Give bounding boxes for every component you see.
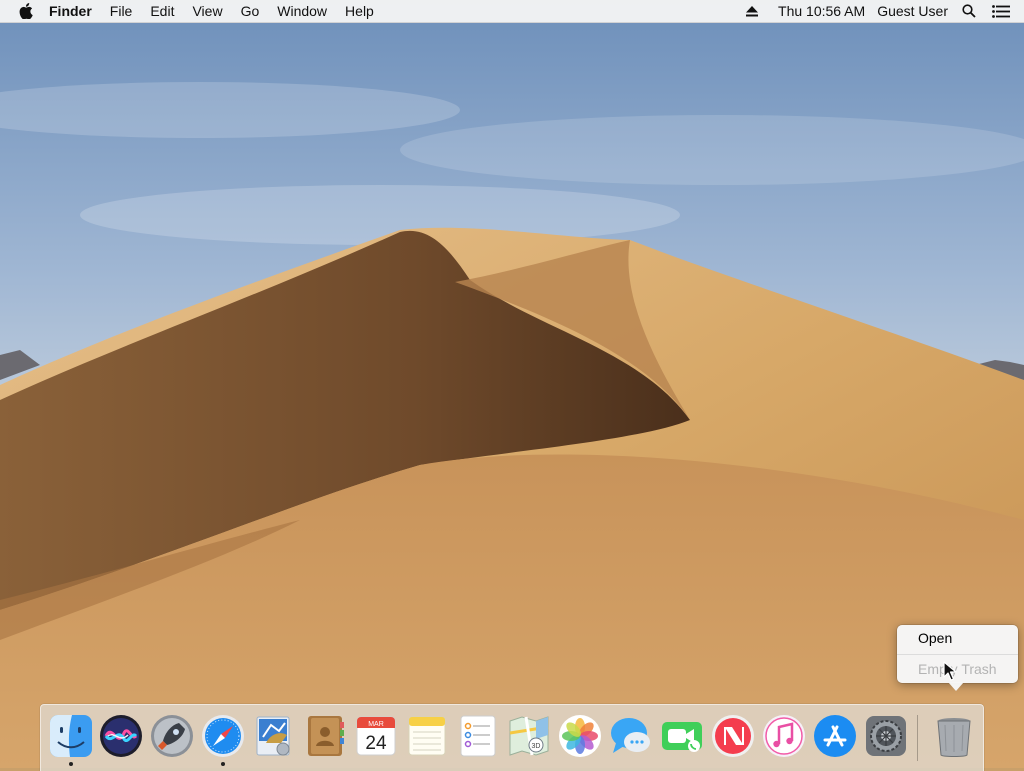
dock: MAR 24 3D [40, 704, 984, 771]
spotlight-search-icon[interactable] [954, 0, 984, 22]
finder-icon[interactable] [48, 713, 94, 759]
menu-view[interactable]: View [183, 0, 231, 22]
messages-icon[interactable] [608, 713, 654, 759]
dock-separator [917, 715, 918, 761]
trash-icon[interactable] [931, 713, 977, 759]
system-preferences-icon[interactable] [863, 713, 909, 759]
mail-icon[interactable] [251, 713, 297, 759]
calendar-month: MAR [368, 721, 384, 728]
context-menu-pointer [948, 682, 964, 691]
apple-icon[interactable] [18, 0, 34, 22]
context-menu-empty-trash[interactable]: Empty Trash [897, 657, 1018, 681]
reminders-icon[interactable] [455, 713, 501, 759]
menu-clock[interactable]: Thu 10:56 AM [772, 0, 871, 22]
menu-app-finder[interactable]: Finder [40, 0, 101, 22]
contacts-icon[interactable] [302, 713, 348, 759]
menu-file[interactable]: File [101, 0, 142, 22]
context-menu-separator [897, 654, 1018, 655]
desktop-wallpaper [0, 0, 1024, 768]
siri-icon[interactable] [98, 713, 144, 759]
launchpad-icon[interactable] [149, 713, 195, 759]
menu-bar: Finder File Edit View Go Window Help Thu… [0, 0, 1024, 23]
maps-icon[interactable]: 3D [506, 713, 552, 759]
eject-icon[interactable] [738, 0, 772, 22]
calendar-icon[interactable]: MAR 24 [353, 713, 399, 759]
itunes-icon[interactable] [761, 713, 807, 759]
menu-edit[interactable]: Edit [141, 0, 183, 22]
notification-center-icon[interactable] [984, 0, 1024, 22]
notes-icon[interactable] [404, 713, 450, 759]
menu-go[interactable]: Go [232, 0, 269, 22]
facetime-icon[interactable] [659, 713, 705, 759]
mouse-cursor-icon [943, 661, 957, 681]
safari-running-indicator [221, 762, 225, 766]
safari-icon[interactable] [200, 713, 246, 759]
app-store-icon[interactable] [812, 713, 858, 759]
photos-icon[interactable] [557, 713, 603, 759]
menu-user[interactable]: Guest User [871, 0, 954, 22]
menu-window[interactable]: Window [268, 0, 336, 22]
svg-text:3D: 3D [532, 743, 541, 750]
finder-running-indicator [69, 762, 73, 766]
calendar-day: 24 [365, 733, 387, 754]
context-menu-open[interactable]: Open [897, 626, 1018, 650]
menu-help[interactable]: Help [336, 0, 383, 22]
news-icon[interactable] [710, 713, 756, 759]
trash-context-menu: Open Empty Trash [897, 625, 1018, 691]
